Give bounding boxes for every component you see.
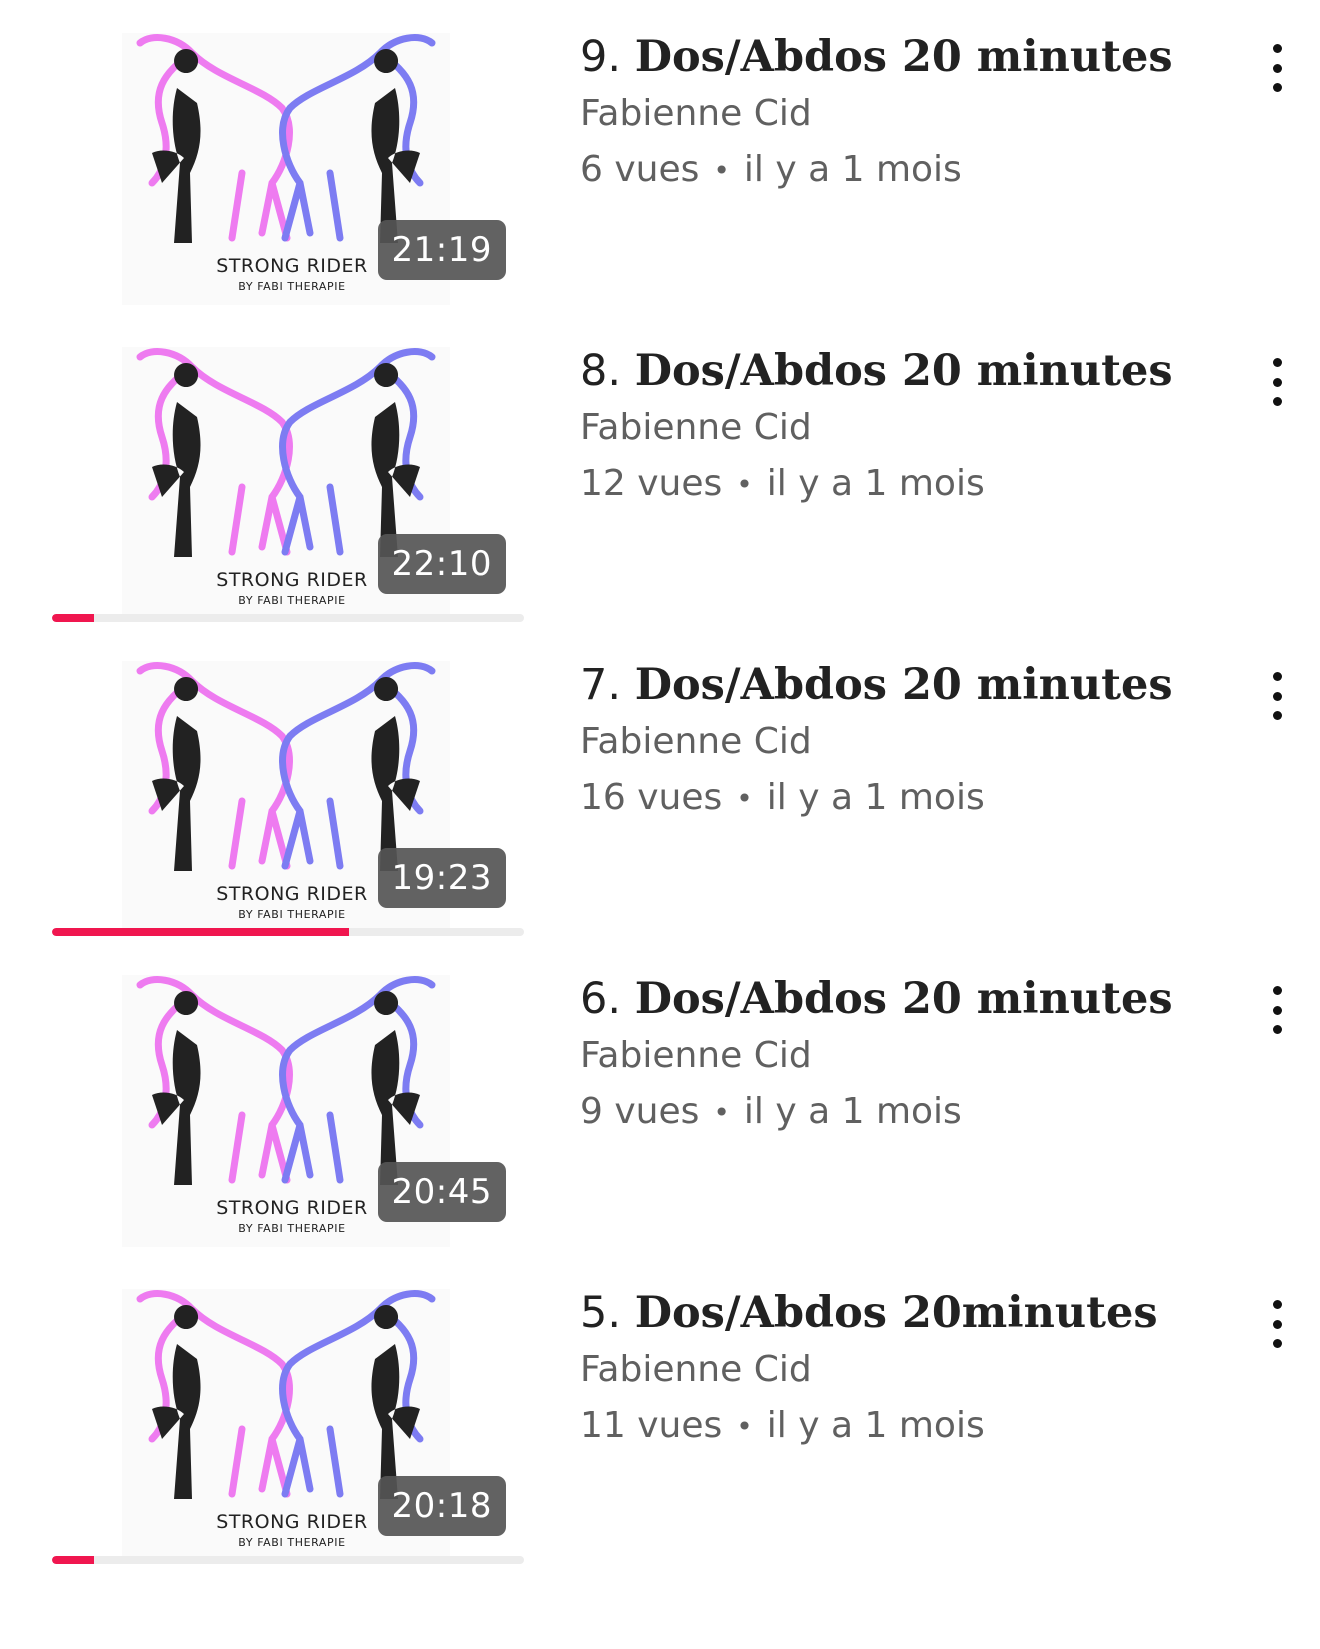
video-title[interactable]: 7. Dos/Abdos 20 minutes — [580, 658, 1220, 712]
watch-progress-bar — [52, 928, 524, 936]
channel-name[interactable]: Fabienne Cid — [580, 1342, 1220, 1398]
video-title-text: Dos/Abdos 20minutes — [634, 1288, 1158, 1338]
separator-dot: • — [713, 154, 730, 187]
video-title[interactable]: 5. Dos/Abdos 20minutes — [580, 1286, 1220, 1340]
separator-dot: • — [713, 1096, 730, 1129]
video-thumbnail[interactable]: STRONG RIDER BY FABI THERAPIE 22:10 — [52, 314, 524, 622]
separator-dot: • — [736, 1410, 753, 1443]
duration-badge: 22:10 — [377, 534, 506, 594]
video-list-item[interactable]: STRONG RIDER BY FABI THERAPIE 19:23 7. D… — [0, 628, 1320, 942]
video-title[interactable]: 6. Dos/Abdos 20 minutes — [580, 972, 1220, 1026]
video-list-item[interactable]: STRONG RIDER BY FABI THERAPIE 20:45 6. D… — [0, 942, 1320, 1256]
brand-subtitle: BY FABI THERAPIE — [238, 908, 346, 921]
watch-progress-fill — [52, 614, 95, 622]
view-count: 9 vues — [580, 1091, 700, 1132]
channel-name[interactable]: Fabienne Cid — [580, 1028, 1220, 1084]
upload-age: il y a 1 mois — [766, 463, 985, 504]
view-count: 6 vues — [580, 149, 700, 190]
channel-name[interactable]: Fabienne Cid — [580, 714, 1220, 770]
more-vertical-icon[interactable] — [1262, 358, 1292, 406]
channel-name[interactable]: Fabienne Cid — [580, 86, 1220, 142]
video-metadata: 6 vues • il y a 1 mois — [580, 142, 1220, 199]
view-count: 16 vues — [580, 777, 723, 818]
upload-age: il y a 1 mois — [743, 149, 962, 190]
video-title[interactable]: 9. Dos/Abdos 20 minutes — [580, 30, 1220, 84]
video-thumbnail[interactable]: STRONG RIDER BY FABI THERAPIE 21:19 — [52, 0, 524, 305]
brand-subtitle: BY FABI THERAPIE — [238, 280, 346, 293]
more-vertical-icon[interactable] — [1262, 44, 1292, 92]
video-thumbnail[interactable]: STRONG RIDER BY FABI THERAPIE 20:45 — [52, 942, 524, 1247]
video-metadata: 11 vues • il y a 1 mois — [580, 1398, 1220, 1455]
video-number: 6. — [580, 974, 622, 1024]
video-title[interactable]: 8. Dos/Abdos 20 minutes — [580, 344, 1220, 398]
duration-badge: 19:23 — [377, 848, 506, 908]
view-count: 12 vues — [580, 463, 723, 504]
video-title-text: Dos/Abdos 20 minutes — [634, 974, 1173, 1024]
brand-title: STRONG RIDER — [216, 1197, 368, 1219]
more-vertical-icon[interactable] — [1262, 1300, 1292, 1348]
upload-age: il y a 1 mois — [766, 777, 985, 818]
video-thumbnail[interactable]: STRONG RIDER BY FABI THERAPIE 19:23 — [52, 628, 524, 936]
brand-title: STRONG RIDER — [216, 255, 368, 277]
video-number: 9. — [580, 32, 622, 82]
separator-dot: • — [736, 782, 753, 815]
brand-title: STRONG RIDER — [216, 883, 368, 905]
brand-subtitle: BY FABI THERAPIE — [238, 1536, 346, 1549]
video-info[interactable]: 9. Dos/Abdos 20 minutes Fabienne Cid 6 v… — [580, 30, 1220, 199]
video-list-item[interactable]: STRONG RIDER BY FABI THERAPIE 20:18 5. D… — [0, 1256, 1320, 1570]
duration-badge: 20:18 — [377, 1476, 506, 1536]
watch-progress-bar — [52, 1556, 524, 1564]
duration-badge: 20:45 — [377, 1162, 506, 1222]
more-vertical-icon[interactable] — [1262, 672, 1292, 720]
video-title-text: Dos/Abdos 20 minutes — [634, 660, 1173, 710]
brand-subtitle: BY FABI THERAPIE — [238, 594, 346, 607]
video-title-text: Dos/Abdos 20 minutes — [634, 32, 1173, 82]
watch-progress-fill — [52, 1556, 95, 1564]
brand-title: STRONG RIDER — [216, 569, 368, 591]
video-number: 7. — [580, 660, 622, 710]
video-info[interactable]: 5. Dos/Abdos 20minutes Fabienne Cid 11 v… — [580, 1286, 1220, 1455]
video-number: 8. — [580, 346, 622, 396]
video-list-item[interactable]: STRONG RIDER BY FABI THERAPIE 22:10 8. D… — [0, 314, 1320, 628]
video-info[interactable]: 7. Dos/Abdos 20 minutes Fabienne Cid 16 … — [580, 658, 1220, 827]
video-metadata: 12 vues • il y a 1 mois — [580, 456, 1220, 513]
duration-badge: 21:19 — [377, 220, 506, 280]
video-metadata: 16 vues • il y a 1 mois — [580, 770, 1220, 827]
upload-age: il y a 1 mois — [743, 1091, 962, 1132]
video-title-text: Dos/Abdos 20 minutes — [634, 346, 1173, 396]
brand-subtitle: BY FABI THERAPIE — [238, 1222, 346, 1235]
video-number: 5. — [580, 1288, 622, 1338]
more-vertical-icon[interactable] — [1262, 986, 1292, 1034]
video-info[interactable]: 8. Dos/Abdos 20 minutes Fabienne Cid 12 … — [580, 344, 1220, 513]
video-thumbnail[interactable]: STRONG RIDER BY FABI THERAPIE 20:18 — [52, 1256, 524, 1564]
watch-progress-fill — [52, 928, 350, 936]
watch-progress-bar — [52, 614, 524, 622]
view-count: 11 vues — [580, 1405, 723, 1446]
video-metadata: 9 vues • il y a 1 mois — [580, 1084, 1220, 1141]
separator-dot: • — [736, 468, 753, 501]
channel-name[interactable]: Fabienne Cid — [580, 400, 1220, 456]
brand-title: STRONG RIDER — [216, 1511, 368, 1533]
video-list-item[interactable]: STRONG RIDER BY FABI THERAPIE 21:19 9. D… — [0, 0, 1320, 314]
video-info[interactable]: 6. Dos/Abdos 20 minutes Fabienne Cid 9 v… — [580, 972, 1220, 1141]
upload-age: il y a 1 mois — [766, 1405, 985, 1446]
